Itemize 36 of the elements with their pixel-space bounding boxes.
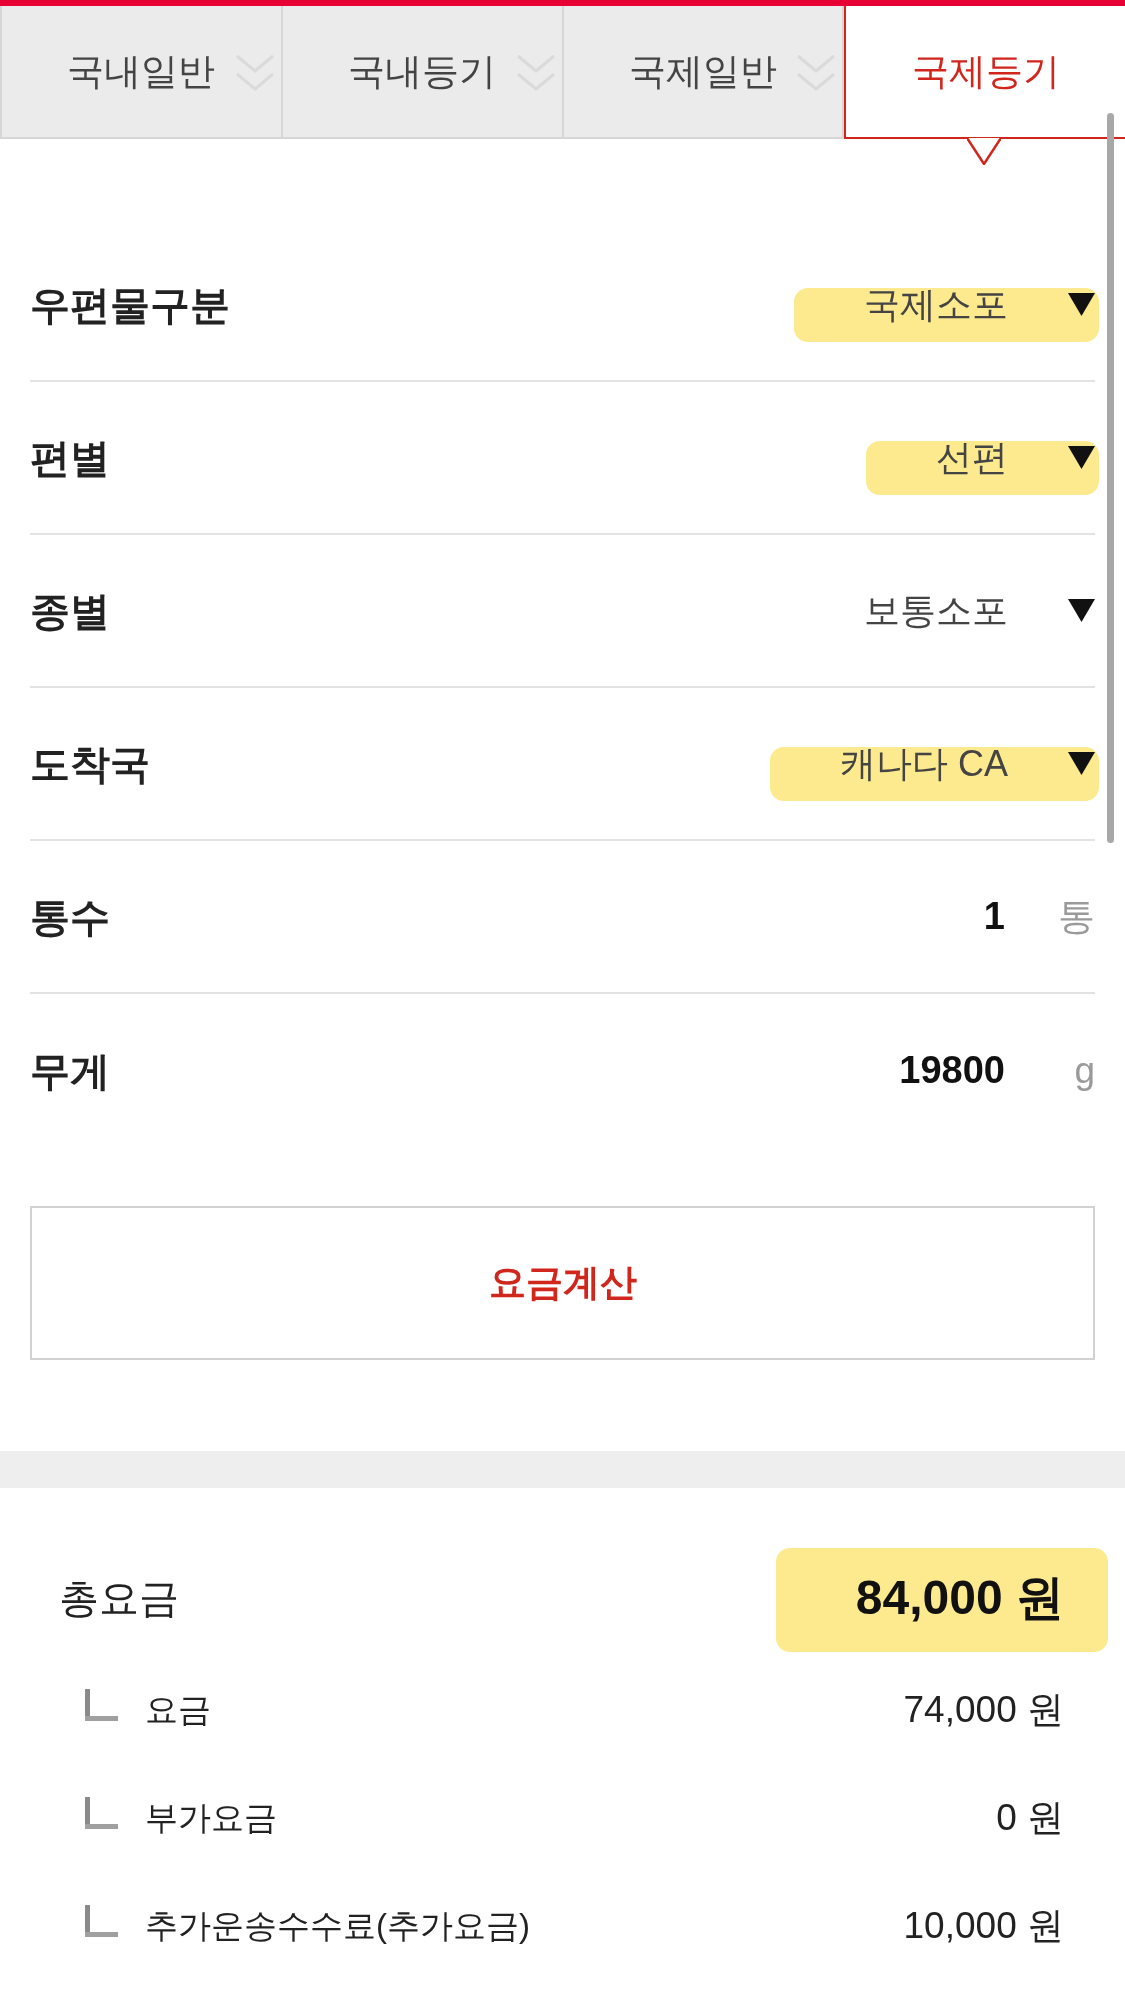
tab[interactable]: 국제일반 [563,6,845,139]
tab-pointer-icon [967,137,1002,165]
caret-icon [1068,446,1095,469]
total-amount: 84,000 원 [855,1570,1064,1626]
dropdown-select[interactable]: 선편 [936,430,1095,485]
calculate-button[interactable]: 요금계산 [30,1206,1095,1360]
field-label: 통수 [30,893,110,941]
unit-label: 통 [1057,894,1095,939]
tab[interactable]: 국내등기 [282,6,564,139]
tab[interactable]: 국내일반 [0,6,283,139]
l-bracket-icon [85,1905,118,1937]
field-label: 무게 [30,1047,110,1095]
field-label: 편별 [30,434,110,482]
number-field[interactable]: 19800 [705,1042,1005,1099]
l-bracket-icon [85,1797,118,1829]
total-label: 총요금 [59,1575,179,1622]
fee-amount: 74,000 원 [903,1688,1064,1733]
field-label: 도착국 [30,740,150,788]
tab[interactable]: 국제등기 [844,6,1125,139]
dropdown-select[interactable]: 국제소포 [864,277,1095,332]
field-label: 우편물구분 [30,281,230,329]
fee-amount: 10,000 원 [903,1904,1064,1949]
caret-icon [1068,599,1095,622]
fee-label: 추가운송수수료(추가요금) [145,1906,530,1947]
number-field[interactable]: 1 [705,888,1005,945]
field-label: 종별 [30,587,110,635]
dropdown-select[interactable]: 보통소포 [864,583,1095,638]
caret-icon [1068,752,1095,775]
l-bracket-icon [85,1689,118,1721]
scrollbar-thumb[interactable] [1107,113,1114,843]
fee-label: 요금 [145,1690,211,1731]
fee-amount: 0 원 [996,1796,1064,1841]
dropdown-select[interactable]: 캐나다 CA [840,736,1095,791]
fee-label: 부가요금 [145,1798,277,1839]
caret-icon [1068,293,1095,316]
unit-label: g [1073,1048,1095,1093]
